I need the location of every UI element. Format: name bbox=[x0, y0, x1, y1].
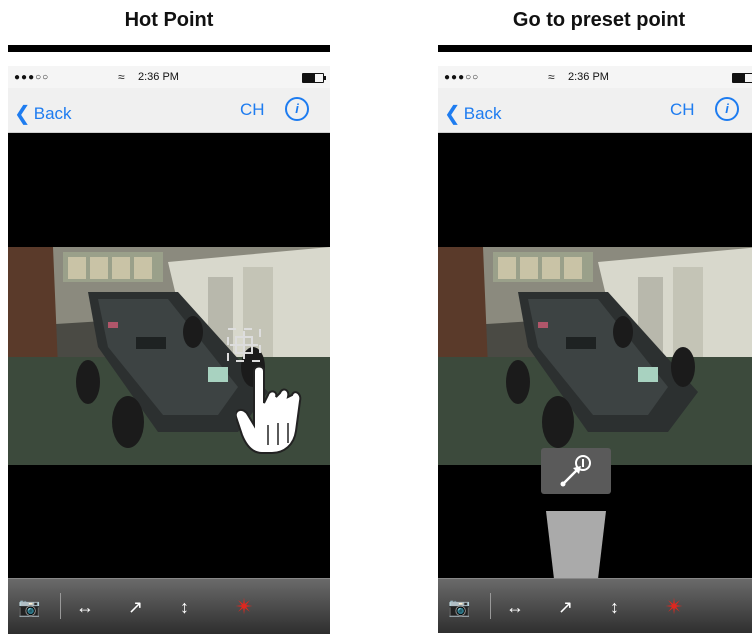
camera-video-view[interactable] bbox=[438, 247, 752, 465]
battery-icon bbox=[302, 73, 326, 83]
bottom-toolbar: 📷 ↔ ↗ ↕ ✴ bbox=[438, 578, 752, 633]
status-bar: ●●●○○ ≈ 2:36 PM bbox=[438, 66, 752, 88]
bottom-toolbar: 📷 ↔ ↗ ↕ ✴ bbox=[8, 578, 330, 634]
toolbar-divider bbox=[490, 593, 491, 619]
phone-screen: ●●●○○ ≈ 2:36 PM ❮ Back CH i 📷 ↔ ↗ ↕ ✴ bbox=[8, 66, 330, 634]
back-button[interactable]: ❮ Back bbox=[444, 100, 502, 125]
wifi-icon: ≈ bbox=[548, 70, 555, 84]
status-bar: ●●●○○ ≈ 2:36 PM bbox=[8, 66, 330, 88]
preset-point-icon bbox=[560, 455, 591, 487]
heading-rule bbox=[438, 45, 752, 52]
callout-pointer bbox=[546, 511, 606, 579]
signal-icon: ●●●○○ bbox=[14, 72, 50, 83]
channel-button[interactable]: CH bbox=[670, 100, 695, 120]
wifi-icon: ≈ bbox=[118, 70, 125, 84]
back-label: Back bbox=[463, 104, 502, 123]
back-label: Back bbox=[33, 104, 72, 123]
snapshot-icon[interactable]: 📷 bbox=[18, 597, 40, 618]
hot-point-target-icon bbox=[227, 328, 261, 362]
status-time: 2:36 PM bbox=[138, 71, 179, 83]
chevron-left-icon: ❮ bbox=[444, 103, 461, 125]
heading-rule bbox=[8, 45, 330, 52]
info-icon[interactable]: i bbox=[285, 97, 309, 121]
preset-point-icon[interactable]: ↗ bbox=[128, 597, 143, 618]
preset-point-panel: Go to preset point ●●●○○ ≈ 2:36 PM ❮ Back… bbox=[438, 0, 752, 633]
panel-heading: Hot Point bbox=[124, 9, 214, 31]
ptz-control-icon[interactable]: ✴ bbox=[665, 594, 683, 620]
chevron-left-icon: ❮ bbox=[14, 103, 31, 125]
phone-screen: ●●●○○ ≈ 2:36 PM ❮ Back CH i 📷 ↔ ↗ ↕ ✴ bbox=[438, 66, 752, 633]
snapshot-icon[interactable]: 📷 bbox=[448, 597, 470, 618]
panel-heading: Go to preset point bbox=[512, 9, 686, 31]
preset-point-highlight bbox=[541, 448, 611, 494]
hot-point-panel: Hot Point ●●●○○ ≈ 2:36 PM ❮ Back CH i 📷 … bbox=[8, 0, 330, 634]
status-time: 2:36 PM bbox=[568, 71, 609, 83]
back-button[interactable]: ❮ Back bbox=[14, 100, 72, 125]
battery-icon bbox=[732, 73, 752, 83]
preset-point-icon[interactable]: ↗ bbox=[558, 597, 573, 618]
ptz-vertical-icon[interactable]: ↕ bbox=[180, 597, 189, 618]
toolbar-divider bbox=[60, 593, 61, 619]
channel-button[interactable]: CH bbox=[240, 100, 265, 120]
info-icon[interactable]: i bbox=[715, 97, 739, 121]
camera-video-view[interactable] bbox=[8, 247, 330, 465]
conference-room-image bbox=[438, 247, 752, 465]
ptz-control-icon[interactable]: ✴ bbox=[235, 594, 253, 620]
ptz-vertical-icon[interactable]: ↕ bbox=[610, 597, 619, 618]
ptz-horizontal-icon[interactable]: ↔ bbox=[506, 597, 524, 618]
tap-hand-icon bbox=[236, 365, 302, 454]
signal-icon: ●●●○○ bbox=[444, 72, 480, 83]
ptz-horizontal-icon[interactable]: ↔ bbox=[76, 597, 94, 618]
nav-bar: ❮ Back CH i bbox=[8, 88, 330, 133]
nav-bar: ❮ Back CH i bbox=[438, 88, 752, 133]
